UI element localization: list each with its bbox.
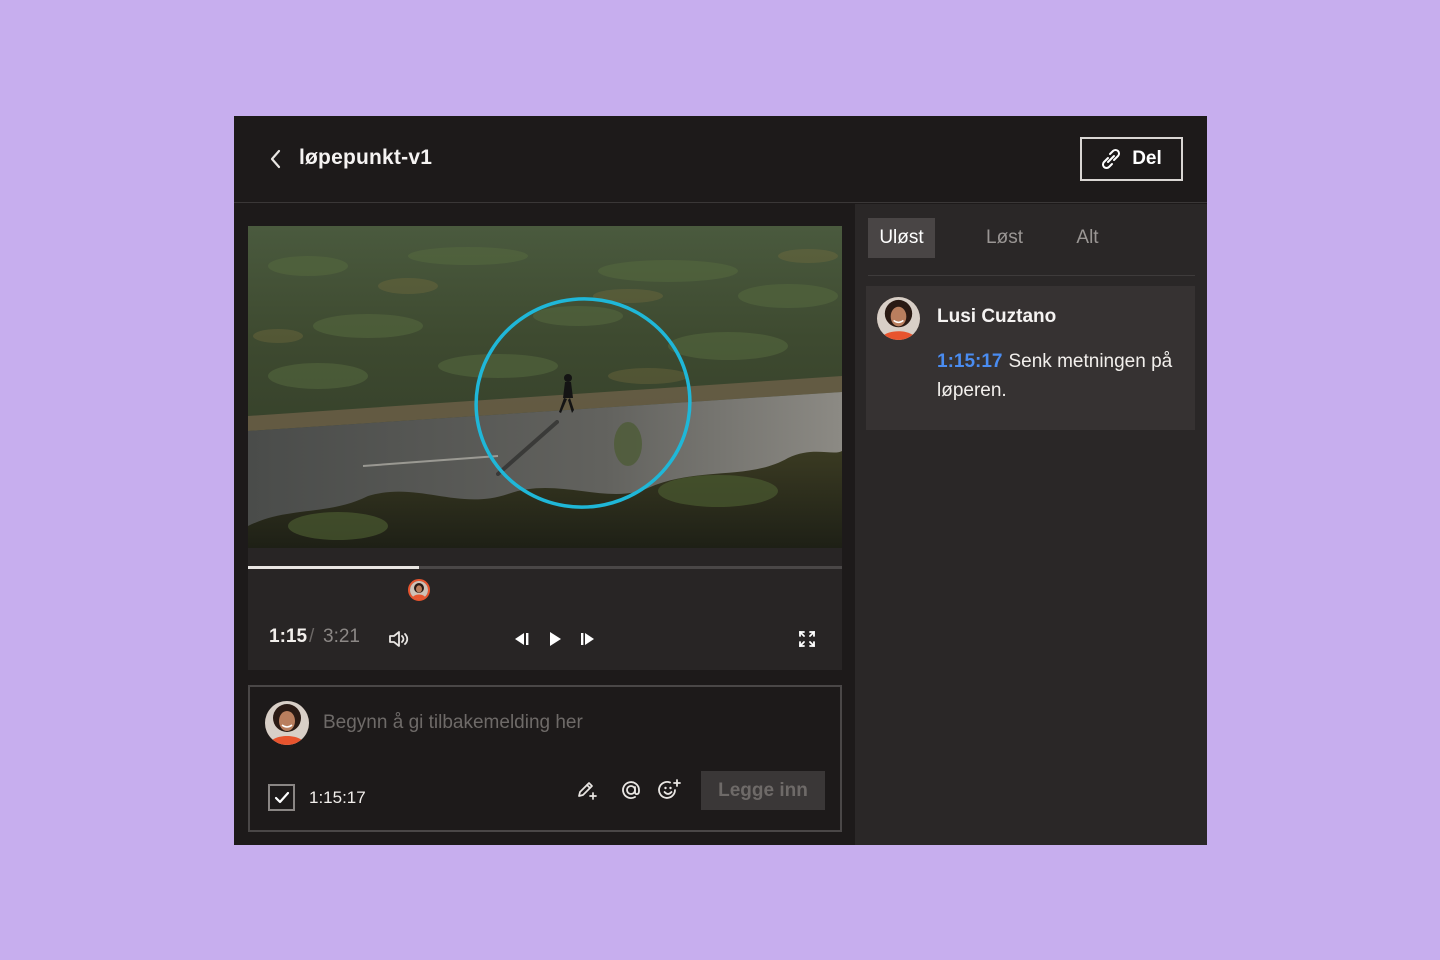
time-separator: / — [309, 626, 315, 647]
volume-icon — [389, 631, 409, 647]
tab-resolved[interactable]: Løst — [971, 218, 1038, 258]
comment-author: Lusi Cuztano — [937, 306, 1057, 327]
author-avatar — [877, 297, 920, 340]
volume-button[interactable] — [387, 627, 411, 651]
comment-timestamp: 1:15:17 — [309, 788, 366, 807]
timeline-progress — [248, 566, 420, 569]
player-panel: 1:15 / 3:21 Begynn å gi tilbakemelding h… — [234, 204, 855, 845]
comment-tabs: Uløst Løst Alt — [868, 218, 1195, 276]
chevron-left-icon — [270, 149, 281, 169]
fullscreen-button[interactable] — [795, 627, 819, 651]
emoji-add-icon — [658, 779, 681, 799]
back-button[interactable] — [264, 147, 288, 171]
user-avatar — [265, 701, 309, 745]
file-title: løpepunkt-v1 — [299, 146, 433, 169]
current-time: 1:15 — [269, 626, 308, 647]
comment-body: 1:15:17 Senk metningen på løperen. — [937, 347, 1177, 405]
step-forward-icon — [581, 633, 594, 645]
step-back-icon — [515, 633, 529, 645]
comment-timestamp-link[interactable]: 1:15:17 — [937, 351, 1003, 372]
timeline[interactable] — [248, 566, 842, 569]
draw-button[interactable] — [575, 778, 599, 802]
play-icon — [550, 632, 561, 646]
draw-icon — [578, 782, 597, 800]
avatar-icon — [877, 297, 920, 340]
video-scene — [248, 226, 842, 548]
comment-marker[interactable] — [408, 579, 431, 601]
comment-composer: Begynn å gi tilbakemelding her 1:15:17 L… — [248, 685, 842, 832]
tab-unresolved[interactable]: Uløst — [868, 218, 935, 258]
link-icon — [1102, 148, 1121, 170]
avatar-icon — [410, 581, 429, 599]
mention-icon — [622, 781, 640, 799]
fullscreen-icon — [799, 631, 815, 647]
video-frame[interactable] — [248, 226, 842, 548]
emoji-button[interactable] — [658, 778, 682, 802]
comments-panel: Uløst Løst Alt Lusi Cuztano 1:15:17 Senk … — [855, 204, 1207, 845]
header: løpepunkt-v1 Del — [234, 116, 1207, 203]
share-button[interactable]: Del — [1080, 137, 1183, 181]
submit-button[interactable]: Legge inn — [701, 771, 825, 810]
avatar-icon — [265, 701, 309, 745]
mention-button[interactable] — [619, 778, 643, 802]
step-back-button[interactable] — [509, 627, 533, 651]
tab-all[interactable]: Alt — [1054, 218, 1121, 258]
step-forward-button[interactable] — [576, 627, 600, 651]
play-button[interactable] — [543, 627, 567, 651]
player-controls: 1:15 / 3:21 — [248, 548, 842, 670]
check-icon — [274, 791, 289, 803]
total-time: 3:21 — [323, 626, 360, 647]
comment-card[interactable]: Lusi Cuztano 1:15:17 Senk metningen på lø… — [866, 286, 1195, 430]
share-label: Del — [1132, 148, 1162, 169]
comment-input[interactable]: Begynn å gi tilbakemelding her — [323, 712, 583, 734]
timestamp-checkbox[interactable] — [268, 784, 295, 811]
review-window: løpepunkt-v1 Del 1:15 / 3:21 Begynn å gi… — [234, 116, 1207, 845]
